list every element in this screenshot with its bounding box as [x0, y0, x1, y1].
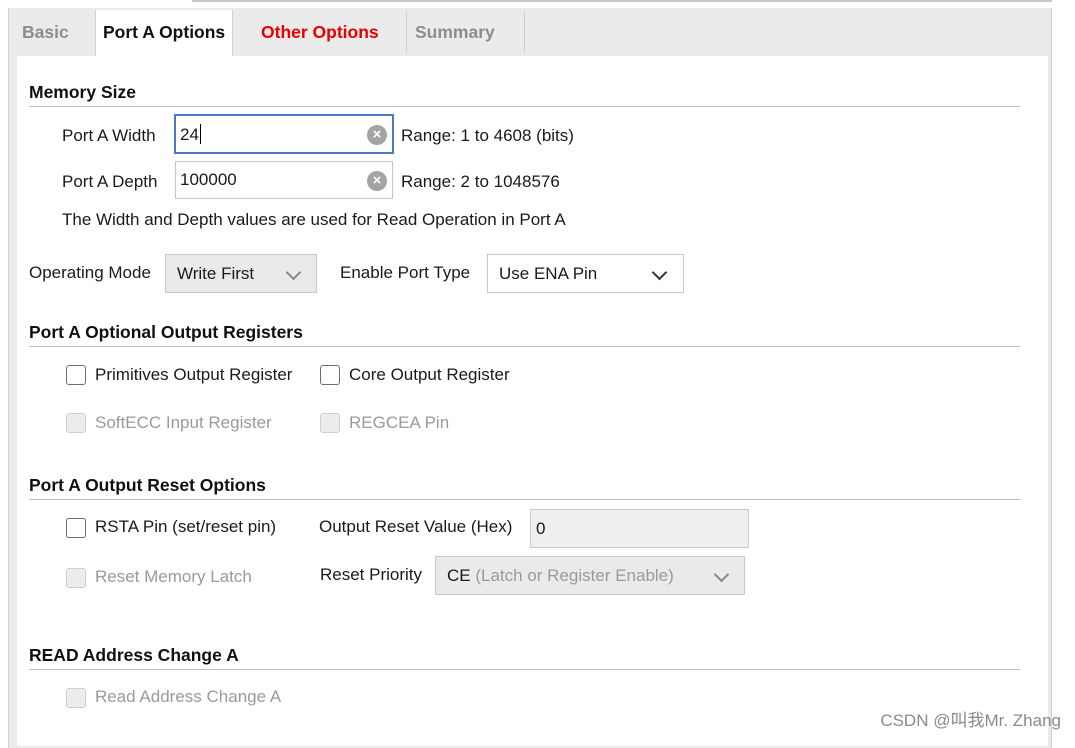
operating-mode-value: Write First	[177, 264, 255, 283]
read-address-change-label: Read Address Change A	[95, 687, 282, 706]
output-reset-value: 0	[536, 519, 546, 538]
chevron-down-icon	[713, 566, 730, 583]
core-output-register-label[interactable]: Core Output Register	[349, 365, 510, 385]
tab-other-options[interactable]: Other Options	[261, 10, 379, 54]
width-depth-note: The Width and Depth values are used for …	[62, 210, 566, 229]
regcea-pin-checkbox[interactable]	[320, 413, 340, 433]
tab-bar: Basic Port A Options Other Options Summa…	[9, 10, 1049, 56]
section-divider	[29, 669, 1020, 670]
primitives-output-register-checkbox[interactable]	[66, 365, 86, 385]
enable-port-type-value: Use ENA Pin	[499, 264, 598, 283]
section-title-memory-size: Memory Size	[29, 82, 136, 102]
port-a-depth-input[interactable]: 100000 ×	[175, 161, 393, 199]
core-output-register-checkbox[interactable]	[320, 365, 340, 385]
tab-basic[interactable]: Basic	[22, 10, 69, 54]
reset-priority-select[interactable]: CE (Latch or Register Enable)	[435, 556, 745, 595]
port-a-width-value: 24	[180, 124, 201, 144]
section-divider	[29, 346, 1020, 347]
read-address-change-checkbox[interactable]	[66, 688, 86, 708]
chevron-down-icon	[285, 264, 302, 281]
rsta-pin-checkbox[interactable]	[66, 518, 86, 538]
operating-mode-label: Operating Mode	[29, 263, 151, 282]
watermark-text: CSDN @叫我Mr. Zhang	[880, 711, 1061, 730]
reset-memory-latch-label: Reset Memory Latch	[95, 567, 252, 586]
section-title-read-address-change: READ Address Change A	[29, 645, 239, 665]
output-reset-value-input[interactable]: 0	[530, 509, 749, 548]
tab-separator	[524, 12, 525, 52]
section-divider	[29, 499, 1020, 500]
clear-circle-icon[interactable]: ×	[367, 125, 387, 145]
operating-mode-select[interactable]: Write First	[165, 254, 317, 293]
output-reset-value-label: Output Reset Value (Hex)	[319, 517, 513, 536]
softecc-input-register-label: SoftECC Input Register	[95, 413, 272, 432]
clear-circle-icon[interactable]: ×	[367, 171, 387, 191]
regcea-pin-label: REGCEA Pin	[349, 413, 450, 432]
section-divider	[29, 106, 1020, 107]
reset-memory-latch-checkbox[interactable]	[66, 568, 86, 588]
reset-priority-label: Reset Priority	[320, 565, 423, 584]
enable-port-type-select[interactable]: Use ENA Pin	[487, 254, 684, 293]
port-a-width-range: Range: 1 to 4608 (bits)	[401, 126, 574, 145]
port-a-depth-value: 100000	[180, 170, 237, 189]
tab-summary[interactable]: Summary	[415, 10, 495, 54]
port-a-depth-label: Port A Depth	[62, 172, 158, 191]
section-title-reset-options: Port A Output Reset Options	[29, 475, 266, 495]
softecc-input-register-checkbox[interactable]	[66, 413, 86, 433]
window-top-border	[192, 0, 1052, 2]
options-panel	[17, 56, 1048, 746]
port-a-width-input[interactable]: 24 ×	[174, 114, 394, 154]
enable-port-type-label: Enable Port Type	[340, 263, 471, 282]
rsta-pin-label[interactable]: RSTA Pin (set/reset pin)	[95, 517, 276, 537]
tab-separator	[406, 12, 407, 52]
reset-priority-value: CE (Latch or Register Enable)	[447, 566, 674, 585]
chevron-down-icon	[651, 264, 668, 281]
primitives-output-register-label[interactable]: Primitives Output Register	[95, 365, 292, 385]
tab-port-a-options[interactable]: Port A Options	[95, 10, 234, 56]
port-a-depth-range: Range: 2 to 1048576	[401, 172, 560, 191]
section-title-output-registers: Port A Optional Output Registers	[29, 322, 303, 342]
port-a-width-label: Port A Width	[62, 126, 156, 145]
